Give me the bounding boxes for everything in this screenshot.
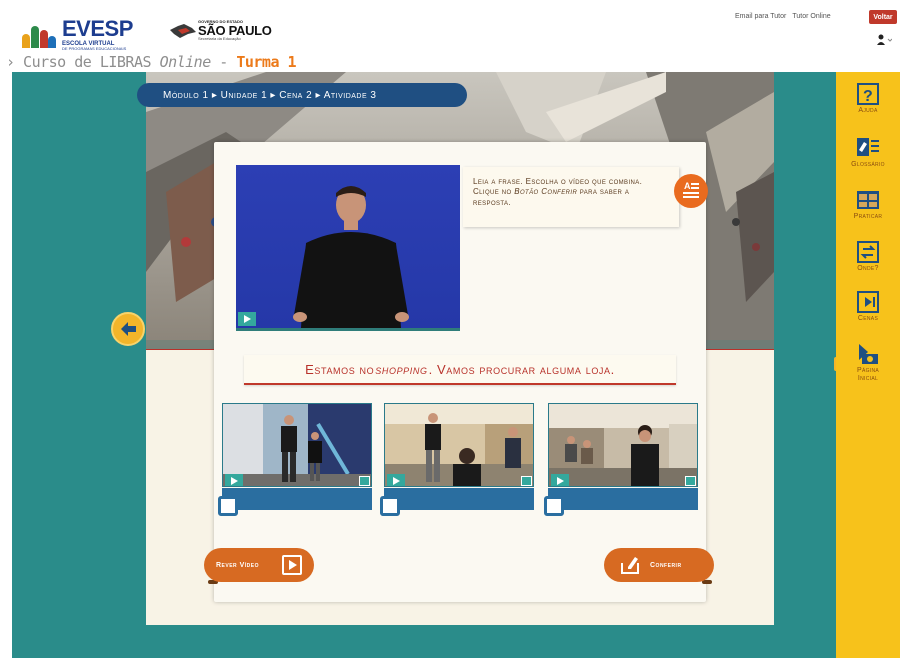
option-1-play-icon[interactable] <box>225 474 243 486</box>
video-option-1[interactable] <box>222 403 372 487</box>
evesp-logo: EVESP ESCOLA VIRTUAL DE PROGRAMAS EDUCAC… <box>22 18 133 51</box>
menu-item-glossario-label: Glossário <box>851 161 885 168</box>
option-2-checkbox[interactable] <box>380 496 400 516</box>
svg-text:?: ? <box>863 88 873 105</box>
practice-icon <box>857 191 879 209</box>
user-menu-icon[interactable] <box>876 34 892 46</box>
sentence-emphasis: shopping <box>375 361 428 377</box>
option-1-fullscreen-icon[interactable] <box>359 476 370 486</box>
evesp-title: EVESP <box>62 16 133 41</box>
menu-item-ajuda[interactable]: ? Ajuda <box>836 82 900 115</box>
video-option-1-thumbnail <box>223 404 371 486</box>
option-1-bar <box>222 488 372 510</box>
glossary-icon <box>857 138 879 156</box>
menu-item-onde[interactable]: Onde? <box>836 240 900 273</box>
signer-figure <box>293 186 409 328</box>
option-3-fullscreen-icon[interactable] <box>685 476 696 486</box>
option-3-checkbox[interactable] <box>544 496 564 516</box>
sentence-box: Estamos no shopping. Vamos procurar algu… <box>244 355 676 385</box>
menu-item-cenas-label: Cenas <box>857 315 879 322</box>
arrow-left-icon <box>121 322 136 336</box>
option-3-play-icon[interactable] <box>551 474 569 486</box>
tutor-online-link[interactable]: Tutor Online <box>792 13 830 20</box>
module-navigation: Módulo 1 ▸ Unidade 1 ▸ Cena 2 ▸ Atividad… <box>137 83 467 107</box>
sao-paulo-logo: GOVERNO DO ESTADO SÃO PAULO Secretaria d… <box>170 20 272 41</box>
breadcrumb-course: › Curso de LIBRAS <box>6 53 160 71</box>
menu-item-pagina-inicial[interactable]: Página Inicial <box>836 342 900 382</box>
where-icon <box>857 241 879 263</box>
breadcrumb-turma: Turma 1 <box>236 53 297 71</box>
conferir-button[interactable]: Conferir <box>604 548 714 582</box>
email-tutor-link[interactable]: Email para Tutor <box>735 13 786 20</box>
rever-video-label: Rever Vídeo <box>216 561 260 569</box>
home-icon <box>859 344 878 364</box>
rever-video-button[interactable]: Rever Vídeo <box>204 548 314 582</box>
video-option-2-thumbnail <box>385 404 533 486</box>
video-option-3-thumbnail <box>549 404 697 486</box>
menu-item-glossario[interactable]: Glossário <box>836 136 900 169</box>
breadcrumb-online: Online <box>159 53 212 71</box>
right-menu: ? Ajuda Glossário Praticar Onde? Cenas P… <box>836 72 900 658</box>
instructions-emphasis: Botão Conferir <box>514 187 578 197</box>
previous-arrow-button[interactable] <box>111 312 145 346</box>
check-pen-icon <box>621 557 639 574</box>
instructions-box: Leia a frase. Escolha o vídeo que combin… <box>463 167 679 227</box>
option-2-fullscreen-icon[interactable] <box>521 476 532 486</box>
option-1-checkbox[interactable] <box>218 496 238 516</box>
sao-paulo-map-icon <box>170 23 196 38</box>
scenes-icon <box>857 291 879 313</box>
sentence-text-1: Estamos no <box>305 361 375 377</box>
play-icon[interactable] <box>238 312 256 326</box>
conferir-label: Conferir <box>650 561 682 569</box>
text-lines-icon: A <box>683 181 699 198</box>
course-breadcrumb: › Curso de LIBRAS Online - Turma 1 <box>6 53 297 71</box>
option-2-play-icon[interactable] <box>387 474 405 486</box>
sentence-text-2: . Vamos procurar alguma loja. <box>428 361 615 377</box>
help-icon: ? <box>857 83 879 105</box>
menu-item-praticar[interactable]: Praticar <box>836 188 900 221</box>
menu-item-pagina-inicial-label: Página Inicial <box>856 367 880 382</box>
menu-item-ajuda-label: Ajuda <box>858 107 878 114</box>
video-option-2[interactable] <box>384 403 534 487</box>
evesp-figures-icon <box>22 22 56 48</box>
voltar-button[interactable]: Voltar <box>869 10 897 24</box>
option-3-bar <box>548 488 698 510</box>
svg-text:A: A <box>684 181 691 191</box>
breadcrumb-dash: - <box>210 53 237 71</box>
instructions-toggle-button[interactable]: A <box>674 174 708 208</box>
main-sign-video[interactable] <box>236 165 460 331</box>
menu-item-praticar-label: Praticar <box>853 213 883 220</box>
sp-secretaria: Secretaria da Educação <box>198 36 241 41</box>
menu-item-onde-label: Onde? <box>857 265 879 272</box>
header: EVESP ESCOLA VIRTUAL DE PROGRAMAS EDUCAC… <box>0 0 900 74</box>
menu-item-cenas[interactable]: Cenas <box>836 290 900 323</box>
replay-icon <box>282 555 302 575</box>
evesp-subtitle-2: DE PROGRAMAS EDUCACIONAIS <box>62 46 127 51</box>
video-option-3[interactable] <box>548 403 698 487</box>
option-2-bar <box>384 488 534 510</box>
